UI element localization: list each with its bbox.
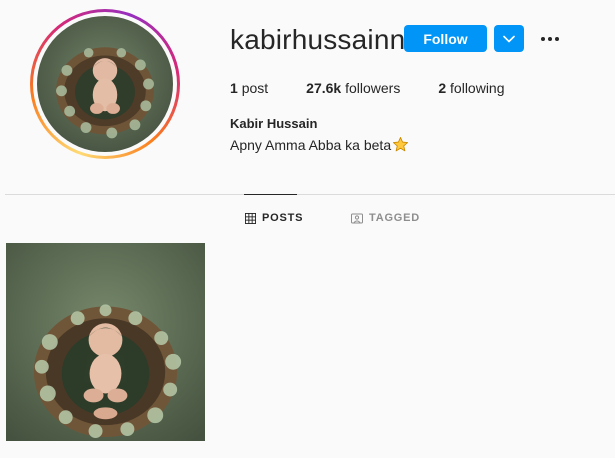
options-button[interactable] — [536, 25, 564, 52]
grid-icon — [245, 212, 256, 224]
tag-icon — [351, 213, 363, 223]
profile-bio: Apny Amma Abba ka beta — [230, 136, 409, 153]
following-count[interactable]: 2 following — [438, 80, 504, 96]
newborn-nest-photo — [6, 243, 205, 441]
tab-posts[interactable]: POSTS — [245, 212, 303, 224]
bio-text: Apny Amma Abba ka beta — [230, 136, 392, 153]
newborn-nest-image — [37, 16, 173, 152]
followers-count[interactable]: 27.6k followers — [306, 80, 400, 96]
profile-full-name: Kabir Hussain — [230, 116, 318, 131]
chevron-down-icon — [503, 35, 515, 42]
profile-stats: 1 post 27.6k followers 2 following — [230, 80, 543, 96]
more-options-icon — [541, 36, 559, 41]
tab-tagged-label: TAGGED — [369, 212, 421, 224]
tab-posts-label: POSTS — [262, 212, 304, 224]
avatar-border — [33, 12, 177, 156]
posts-count: 1 post — [230, 80, 268, 96]
star-emoji-icon — [393, 136, 409, 152]
posts-count-label: post — [241, 80, 269, 96]
profile-username: kabirhussainnn — [230, 24, 422, 55]
following-count-label: following — [450, 80, 505, 96]
posts-count-value: 1 — [230, 80, 238, 96]
following-count-value: 2 — [438, 80, 447, 96]
active-tab-indicator — [244, 194, 297, 195]
followers-count-label: followers — [345, 80, 401, 96]
profile-avatar[interactable] — [30, 9, 180, 159]
suggested-accounts-button[interactable] — [494, 25, 524, 52]
avatar-photo — [37, 16, 173, 152]
post-thumbnail[interactable] — [6, 243, 205, 441]
tab-tagged[interactable]: TAGGED — [351, 212, 420, 224]
follow-button[interactable]: Follow — [404, 25, 487, 52]
profile-divider — [5, 194, 615, 195]
followers-count-value: 27.6k — [306, 80, 342, 96]
